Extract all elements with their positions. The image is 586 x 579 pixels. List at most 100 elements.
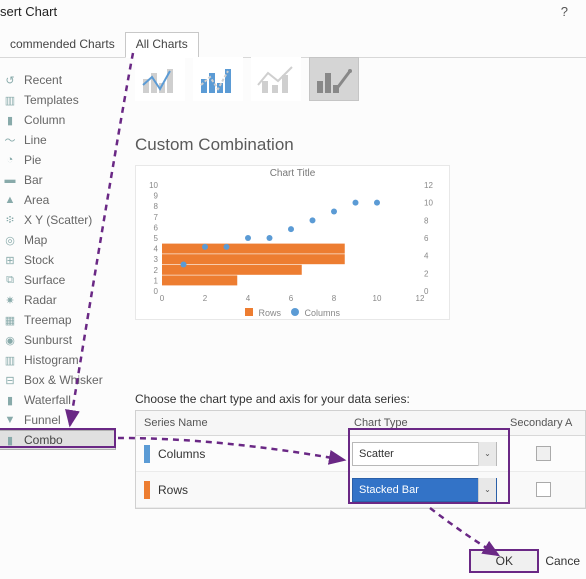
sidebar-label: Bar: [24, 173, 43, 187]
sidebar-item-bar[interactable]: ▬ Bar: [0, 170, 116, 190]
sidebar-item-templates[interactable]: ▥ Templates: [0, 90, 116, 110]
ok-button[interactable]: OK: [469, 549, 539, 573]
svg-text:2: 2: [154, 266, 159, 275]
legend-label-rows: Rows: [258, 308, 281, 318]
sidebar-label: X Y (Scatter): [24, 213, 92, 227]
sidebar-icon: 〜: [4, 132, 16, 148]
svg-text:0: 0: [154, 287, 159, 296]
sidebar-item-waterfall[interactable]: ▮Waterfall: [0, 390, 116, 410]
tab-recommended-charts[interactable]: commended Charts: [0, 33, 125, 57]
sidebar-label: Waterfall: [24, 393, 71, 407]
sidebar-label: Funnel: [24, 413, 61, 427]
tab-all-charts[interactable]: All Charts: [125, 32, 199, 58]
legend-swatch-columns-icon: [291, 308, 299, 316]
chart-preview-title: Chart Title: [136, 166, 449, 181]
svg-text:4: 4: [246, 294, 251, 303]
sidebar-label: Area: [24, 193, 49, 207]
sidebar-item-surface[interactable]: ⧉ Surface: [0, 270, 116, 290]
svg-text:8: 8: [154, 202, 159, 211]
sidebar-label: Histogram: [24, 353, 79, 367]
sidebar-item-recent[interactable]: ↺ Recent: [0, 70, 116, 90]
sidebar-item-sunburst[interactable]: ◉ Sunburst: [0, 330, 116, 350]
svg-text:10: 10: [149, 181, 158, 190]
series-name-cell: Columns: [136, 445, 346, 463]
sidebar-label: Sunburst: [24, 333, 72, 347]
sidebar-item-map[interactable]: ◎ Map: [0, 230, 116, 250]
sidebar-icon: ፨: [4, 214, 16, 227]
svg-text:3: 3: [154, 255, 159, 264]
sidebar-item-funnel[interactable]: ▼ Funnel: [0, 410, 116, 430]
sidebar-icon: ▥: [4, 354, 16, 367]
svg-text:12: 12: [416, 294, 425, 303]
sidebar-item-radar[interactable]: ✷ Radar: [0, 290, 116, 310]
combo-type-clustered-column-line-icon[interactable]: [135, 57, 185, 101]
svg-text:7: 7: [154, 213, 159, 222]
help-icon[interactable]: ?: [561, 4, 568, 19]
svg-text:2: 2: [203, 294, 208, 303]
sidebar-item-x-y-scatter-[interactable]: ፨ X Y (Scatter): [0, 210, 116, 230]
sidebar-icon: ▬: [4, 174, 16, 186]
tab-strip: commended Charts All Charts: [0, 32, 586, 58]
sidebar-label: Pie: [24, 153, 41, 167]
sidebar-icon: ⊟: [4, 374, 16, 387]
sidebar-label: Treemap: [24, 313, 72, 327]
sidebar-item-area[interactable]: ▲ Area: [0, 190, 116, 210]
svg-text:0: 0: [424, 287, 429, 296]
series-instruction-label: Choose the chart type and axis for your …: [135, 392, 410, 406]
sidebar-icon: ▮: [4, 114, 16, 127]
chart-preview-svg: 012345678910 024681012 024681012: [136, 181, 449, 306]
sidebar-label: Recent: [24, 73, 62, 87]
svg-text:4: 4: [154, 245, 159, 254]
tutorial-highlight-combo: [0, 428, 116, 448]
chart-preview: Chart Title 012345678910 024681012 02468…: [135, 165, 450, 320]
combo-type-clustered-column-line-secondary-icon[interactable]: [193, 57, 243, 101]
svg-text:2: 2: [424, 269, 429, 278]
sidebar-label: Box & Whisker: [24, 373, 103, 387]
sidebar-icon: ↺: [4, 74, 16, 87]
sidebar-label: Surface: [24, 273, 65, 287]
sidebar-item-column[interactable]: ▮Column: [0, 110, 116, 130]
series-name-cell: Rows: [136, 481, 346, 499]
sidebar-icon: ◉: [4, 334, 16, 347]
svg-text:6: 6: [154, 223, 159, 232]
chart-category-list: ↺ Recent ▥ Templates ▮Column〜Line ◔ Pie ▬ Bar ▲ Ar…: [0, 70, 116, 450]
svg-text:5: 5: [154, 234, 159, 243]
sidebar-icon: ▲: [4, 194, 16, 206]
combo-type-stacked-area-column-icon[interactable]: [251, 57, 301, 101]
svg-text:4: 4: [424, 252, 429, 261]
sidebar-icon: ▼: [4, 414, 16, 426]
sidebar-icon: ✷: [4, 294, 16, 307]
cancel-button[interactable]: Cance: [545, 549, 580, 573]
sidebar-icon: ▥: [4, 94, 16, 107]
svg-text:0: 0: [160, 294, 165, 303]
sidebar-item-box-whisker[interactable]: ⊟ Box & Whisker: [0, 370, 116, 390]
sidebar-icon: ⊞: [4, 254, 16, 267]
combo-type-custom-icon[interactable]: [309, 57, 359, 101]
legend-swatch-rows-icon: [245, 308, 253, 316]
series-name-label: Columns: [158, 447, 205, 461]
header-series-name: Series Name: [136, 411, 346, 435]
secondary-axis-checkbox-rows[interactable]: [536, 482, 551, 497]
sidebar-icon: ⧉: [4, 274, 16, 287]
sidebar-icon: ◔: [4, 154, 16, 166]
sidebar-label: Templates: [24, 93, 79, 107]
series-swatch-blue-icon: [144, 445, 150, 463]
sidebar-label: Map: [24, 233, 47, 247]
secondary-axis-checkbox-columns[interactable]: [536, 446, 551, 461]
svg-text:9: 9: [154, 192, 159, 201]
sidebar-label: Radar: [24, 293, 57, 307]
tutorial-highlight-dropdowns: [348, 428, 510, 504]
svg-text:10: 10: [373, 294, 382, 303]
sidebar-item-histogram[interactable]: ▥ Histogram: [0, 350, 116, 370]
svg-text:8: 8: [424, 216, 429, 225]
chart-subtype-row: [135, 57, 359, 101]
dialog-buttons: OK Cance: [469, 549, 580, 573]
sidebar-icon: ◎: [4, 234, 16, 247]
sidebar-item-stock[interactable]: ⊞Stock: [0, 250, 116, 270]
sidebar-item-treemap[interactable]: ▦Treemap: [0, 310, 116, 330]
svg-text:6: 6: [424, 234, 429, 243]
sidebar-item-line[interactable]: 〜Line: [0, 130, 116, 150]
sidebar-item-pie[interactable]: ◔ Pie: [0, 150, 116, 170]
series-swatch-orange-icon: [144, 481, 150, 499]
legend-label-columns: Columns: [305, 308, 341, 318]
